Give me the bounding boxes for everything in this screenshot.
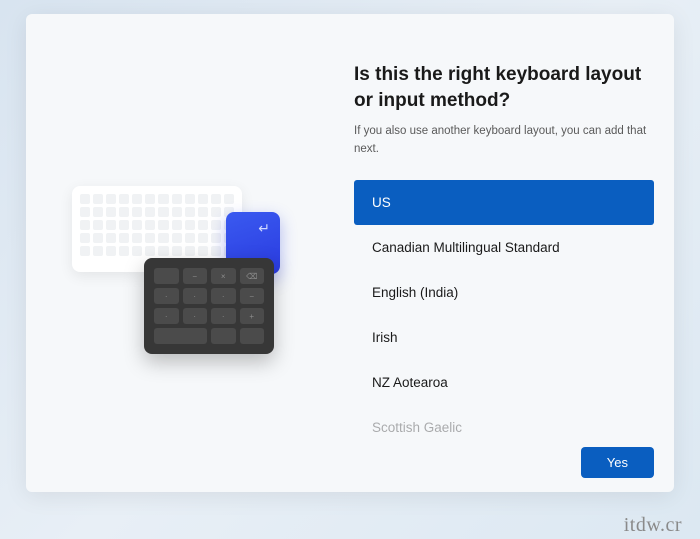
layout-option-english-india[interactable]: English (India) <box>354 270 654 315</box>
layout-option-nz-aotearoa[interactable]: NZ Aotearoa <box>354 360 654 405</box>
dark-numpad-icon: −×⌫ ···− ···+ <box>144 258 274 354</box>
layout-option-scottish-gaelic[interactable]: Scottish Gaelic <box>354 405 654 439</box>
layout-option-us[interactable]: US <box>354 180 654 225</box>
yes-button[interactable]: Yes <box>581 447 654 478</box>
layout-option-irish[interactable]: Irish <box>354 315 654 360</box>
layout-option-canadian-multilingual[interactable]: Canadian Multilingual Standard <box>354 225 654 270</box>
keyboard-illustration: ↵ −×⌫ ···− ···+ <box>68 168 308 368</box>
watermark-text: itdw.cr <box>624 514 682 537</box>
keyboard-layout-list: US Canadian Multilingual Standard Englis… <box>354 180 654 441</box>
page-title: Is this the right keyboard layout or inp… <box>354 62 654 113</box>
illustration-panel: ↵ −×⌫ ···− ···+ <box>26 14 350 492</box>
setup-card: ↵ −×⌫ ···− ···+ Is this the right keyboa… <box>26 14 674 492</box>
page-subtitle: If you also use another keyboard layout,… <box>354 123 654 158</box>
footer: Yes <box>354 441 654 478</box>
content-panel: Is this the right keyboard layout or inp… <box>350 14 674 492</box>
